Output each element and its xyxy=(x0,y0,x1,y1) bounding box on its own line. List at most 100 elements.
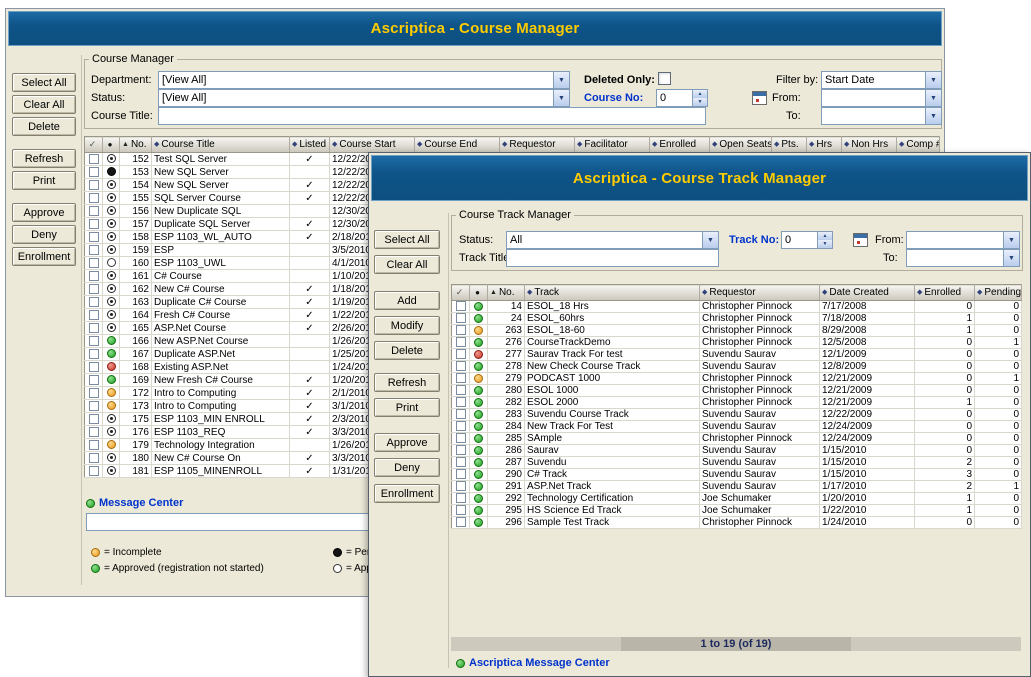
status-select[interactable]: [View All] ▼ xyxy=(158,89,570,107)
from-select[interactable]: ▼ xyxy=(906,231,1020,249)
ctm-deny-button[interactable]: Deny xyxy=(374,458,440,477)
title-bar[interactable]: Ascriptica - Course Track Manager xyxy=(371,155,1028,201)
row-checkbox[interactable] xyxy=(89,310,99,320)
table-row[interactable]: 296Sample Test TrackChristopher Pinnock1… xyxy=(452,517,1022,529)
column-header-pts-[interactable]: ◆Pts. xyxy=(772,137,807,153)
row-checkbox[interactable] xyxy=(89,362,99,372)
column-header-requestor[interactable]: ◆Requestor xyxy=(500,137,575,153)
row-checkbox[interactable] xyxy=(89,336,99,346)
ctm-select-all-button[interactable]: Select All xyxy=(374,230,440,249)
status-select[interactable]: All ▼ xyxy=(506,231,719,249)
table-row[interactable]: 14ESOL_18 HrsChristopher Pinnock7/17/200… xyxy=(452,301,1022,313)
from-select[interactable]: ▼ xyxy=(821,89,942,107)
row-checkbox[interactable] xyxy=(89,427,99,437)
column-header-course-title[interactable]: ◆Course Title xyxy=(152,137,290,153)
table-row[interactable]: 284New Track For TestSuvendu Saurav12/24… xyxy=(452,421,1022,433)
chevron-down-icon[interactable]: ▼ xyxy=(925,108,941,124)
table-row[interactable]: 263ESOL_18-60Christopher Pinnock8/29/200… xyxy=(452,325,1022,337)
cm-refresh-button[interactable]: Refresh xyxy=(12,149,76,168)
spin-down-icon[interactable]: ▼ xyxy=(818,240,832,248)
message-center-link[interactable]: Message Center xyxy=(86,497,183,509)
calendar-icon[interactable] xyxy=(853,233,868,247)
row-checkbox[interactable] xyxy=(456,469,466,479)
row-checkbox[interactable] xyxy=(89,323,99,333)
cm-enrollment-button[interactable]: Enrollment xyxy=(12,247,76,266)
column-header-no-[interactable]: ▲No. xyxy=(120,137,152,153)
row-checkbox[interactable] xyxy=(89,414,99,424)
to-select[interactable]: ▼ xyxy=(821,107,942,125)
ctm-print-button[interactable]: Print xyxy=(374,398,440,417)
row-checkbox[interactable] xyxy=(456,325,466,335)
column-header-listed[interactable]: ◆Listed xyxy=(290,137,330,153)
column-header-dot[interactable]: ● xyxy=(470,285,488,301)
ctm-clear-all-button[interactable]: Clear All xyxy=(374,255,440,274)
row-checkbox[interactable] xyxy=(456,301,466,311)
ctm-delete-button[interactable]: Delete xyxy=(374,341,440,360)
row-checkbox[interactable] xyxy=(89,154,99,164)
column-header-comp-[interactable]: ◆Comp # xyxy=(897,137,940,153)
cm-deny-button[interactable]: Deny xyxy=(12,225,76,244)
table-row[interactable]: 278New Check Course TrackSuvendu Saurav1… xyxy=(452,361,1022,373)
row-checkbox[interactable] xyxy=(89,284,99,294)
row-checkbox[interactable] xyxy=(456,421,466,431)
table-row[interactable]: 282ESOL 2000Christopher Pinnock12/21/200… xyxy=(452,397,1022,409)
to-select[interactable]: ▼ xyxy=(906,249,1020,267)
column-header-requestor[interactable]: ◆Requestor xyxy=(700,285,820,301)
row-checkbox[interactable] xyxy=(456,409,466,419)
table-row[interactable]: 290C# TrackSuvendu Saurav1/15/201030 xyxy=(452,469,1022,481)
course-title-input[interactable] xyxy=(158,107,706,125)
column-header-check[interactable]: ✓ xyxy=(85,137,103,153)
column-header-dot[interactable]: ● xyxy=(103,137,120,153)
row-checkbox[interactable] xyxy=(456,337,466,347)
row-checkbox[interactable] xyxy=(456,385,466,395)
row-checkbox[interactable] xyxy=(456,445,466,455)
track-no-spinner[interactable]: 0 ▲▼ xyxy=(781,231,833,249)
chevron-down-icon[interactable]: ▼ xyxy=(925,90,941,106)
cm-print-button[interactable]: Print xyxy=(12,171,76,190)
course-no-spinner[interactable]: 0 ▲▼ xyxy=(656,89,708,107)
table-row[interactable]: 277Saurav Track For testSuvendu Saurav12… xyxy=(452,349,1022,361)
department-select[interactable]: [View All] ▼ xyxy=(158,71,570,89)
column-header-no-[interactable]: ▲No. xyxy=(488,285,525,301)
row-checkbox[interactable] xyxy=(456,505,466,515)
row-checkbox[interactable] xyxy=(89,349,99,359)
table-row[interactable]: 295HS Science Ed TrackJoe Schumaker1/22/… xyxy=(452,505,1022,517)
cm-clear-all-button[interactable]: Clear All xyxy=(12,95,76,114)
chevron-down-icon[interactable]: ▼ xyxy=(925,72,941,88)
row-checkbox[interactable] xyxy=(89,206,99,216)
row-checkbox[interactable] xyxy=(456,361,466,371)
row-checkbox[interactable] xyxy=(456,397,466,407)
deleted-only-checkbox[interactable] xyxy=(658,72,671,85)
chevron-down-icon[interactable]: ▼ xyxy=(553,90,569,106)
row-checkbox[interactable] xyxy=(456,517,466,527)
row-checkbox[interactable] xyxy=(456,313,466,323)
cm-select-all-button[interactable]: Select All xyxy=(12,73,76,92)
row-checkbox[interactable] xyxy=(89,375,99,385)
ctm-refresh-button[interactable]: Refresh xyxy=(374,373,440,392)
column-header-enrolled[interactable]: ◆Enrolled xyxy=(915,285,975,301)
column-header-open-seats[interactable]: ◆Open Seats xyxy=(710,137,772,153)
track-title-input[interactable] xyxy=(506,249,719,267)
chevron-down-icon[interactable]: ▼ xyxy=(553,72,569,88)
row-checkbox[interactable] xyxy=(456,373,466,383)
column-header-facilitator[interactable]: ◆Facilitator xyxy=(575,137,650,153)
column-header-enrolled[interactable]: ◆Enrolled xyxy=(650,137,710,153)
row-checkbox[interactable] xyxy=(89,388,99,398)
row-checkbox[interactable] xyxy=(456,493,466,503)
cm-delete-button[interactable]: Delete xyxy=(12,117,76,136)
table-row[interactable]: 291ASP.Net TrackSuvendu Saurav1/17/20102… xyxy=(452,481,1022,493)
row-checkbox[interactable] xyxy=(89,232,99,242)
row-checkbox[interactable] xyxy=(456,457,466,467)
row-checkbox[interactable] xyxy=(89,297,99,307)
table-row[interactable]: 287SuvenduSuvendu Saurav1/15/201020 xyxy=(452,457,1022,469)
row-checkbox[interactable] xyxy=(456,433,466,443)
ctm-approve-button[interactable]: Approve xyxy=(374,433,440,452)
row-checkbox[interactable] xyxy=(89,193,99,203)
row-checkbox[interactable] xyxy=(89,271,99,281)
chevron-down-icon[interactable]: ▼ xyxy=(702,232,718,248)
row-checkbox[interactable] xyxy=(89,453,99,463)
table-row[interactable]: 285SAmpleChristopher Pinnock12/24/200900 xyxy=(452,433,1022,445)
column-header-check[interactable]: ✓ xyxy=(452,285,470,301)
table-row[interactable]: 283Suvendu Course TrackSuvendu Saurav12/… xyxy=(452,409,1022,421)
spin-up-icon[interactable]: ▲ xyxy=(693,90,707,98)
